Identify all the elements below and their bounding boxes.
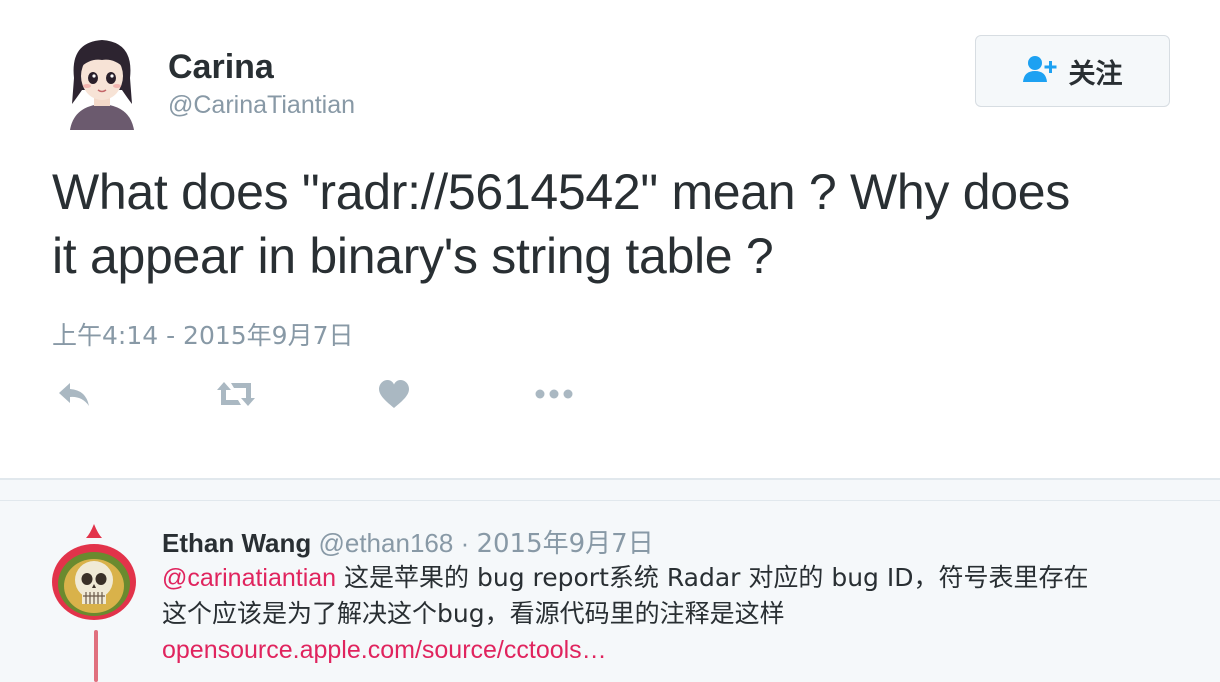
- reply-avatar[interactable]: [50, 524, 138, 624]
- reply-source-link[interactable]: opensource.apple.com/source/cctools…: [162, 636, 607, 664]
- reply-header: Ethan Wang @ethan168 · 2015年9月7日: [162, 523, 654, 560]
- reply-tweet[interactable]: Ethan Wang @ethan168 · 2015年9月7日 @carina…: [0, 480, 1220, 682]
- follow-user-icon: [1022, 55, 1059, 88]
- more-icon[interactable]: [532, 372, 576, 416]
- reply-author-handle[interactable]: @ethan168: [318, 528, 453, 558]
- reply-separator: ·: [460, 528, 470, 558]
- reply-author-name[interactable]: Ethan Wang: [162, 528, 311, 558]
- tweet-text: What does "radr://5614542" mean ? Why do…: [52, 160, 1172, 288]
- reply-body-text-1: 这是苹果的 bug report系统 Radar 对应的 bug ID，符号表里…: [336, 563, 1089, 592]
- heart-icon[interactable]: [372, 372, 416, 416]
- tweet-timestamp[interactable]: 上午4:14 - 2015年9月7日: [52, 316, 354, 352]
- reply-body: @carinatiantian 这是苹果的 bug report系统 Radar…: [162, 560, 1182, 668]
- thread-line: [94, 630, 98, 682]
- author-name[interactable]: Carina: [168, 48, 274, 87]
- author-handle[interactable]: @CarinaTiantian: [168, 91, 355, 120]
- tweet-text-line-1: What does "radr://5614542" mean ? Why do…: [52, 164, 1070, 220]
- follow-button-label: 关注: [1068, 58, 1123, 90]
- reply-body-line-2: 这个应该是为了解决这个bug，看源代码里的注释是这样: [162, 599, 785, 628]
- reply-body-line-1: @carinatiantian 这是苹果的 bug report系统 Radar…: [162, 560, 1182, 596]
- reply-top-border: [0, 500, 1220, 501]
- follow-button[interactable]: 关注: [975, 35, 1170, 107]
- main-tweet: Carina @CarinaTiantian 关注 What does "rad…: [0, 0, 1220, 478]
- tweet-text-line-2: it appear in binary's string table ?: [52, 228, 774, 284]
- reply-icon[interactable]: [52, 372, 96, 416]
- reply-date[interactable]: 2015年9月7日: [476, 529, 653, 559]
- reply-mention-link[interactable]: @carinatiantian: [162, 564, 336, 592]
- retweet-icon[interactable]: [214, 372, 258, 416]
- author-avatar[interactable]: [56, 34, 148, 130]
